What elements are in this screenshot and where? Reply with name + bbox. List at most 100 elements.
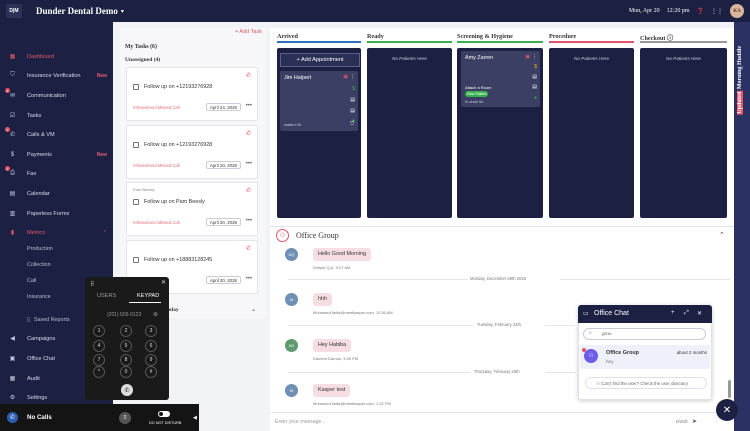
- empty-text: No Patients Here: [392, 56, 427, 61]
- keypad-key[interactable]: 6: [145, 340, 157, 352]
- morning-huddle-tab[interactable]: Updated Morning Huddle: [737, 46, 743, 115]
- scrollbar[interactable]: [728, 380, 731, 398]
- tab-users[interactable]: USERS: [97, 293, 116, 299]
- keypad-key[interactable]: 0: [120, 366, 132, 378]
- do-not-disturb-toggle[interactable]: [158, 411, 170, 417]
- task-checkbox[interactable]: [133, 84, 139, 90]
- sidebar-item-insurance-verification[interactable]: ⛉ Insurance Verification New: [0, 70, 113, 81]
- user-avatar[interactable]: KA: [730, 4, 744, 18]
- expand-icon[interactable]: ⤢: [684, 310, 689, 317]
- help-icon[interactable]: ❓: [697, 8, 704, 15]
- keypad-key[interactable]: 7: [93, 354, 105, 366]
- more-icon[interactable]: •••: [246, 218, 252, 224]
- keypad-key[interactable]: 2: [120, 325, 132, 337]
- keypad-key[interactable]: 4: [93, 340, 105, 352]
- message-input-bar[interactable]: Enter your message... 0/200 ➤: [270, 412, 734, 431]
- backspace-icon[interactable]: ⊗: [153, 311, 158, 318]
- sidebar-item-payments[interactable]: $ Payments New: [0, 149, 113, 160]
- unassigned-heading[interactable]: Unassigned (4): [125, 57, 160, 63]
- top-bar: D|M Dunder Dental Demo ▾ Mon, Apr 20 12:…: [0, 0, 750, 22]
- sidebar-sub-collection[interactable]: Collection: [27, 262, 51, 268]
- group-avatar-icon: ⚇: [584, 349, 598, 363]
- column-checkout: No Patients Here: [640, 48, 727, 218]
- close-chat-fab[interactable]: ✕: [716, 399, 738, 421]
- more-icon[interactable]: ⋮: [350, 74, 355, 80]
- office-chat-search-input[interactable]: grou: [583, 328, 706, 340]
- task-checkbox[interactable]: [133, 199, 139, 205]
- task-card[interactable]: ✆ Follow up on +12193276928 #Abandoned M…: [126, 125, 258, 179]
- keypad-key[interactable]: 8: [120, 354, 132, 366]
- office-chat-header: ▭ Office Chat + ⤢ ✕: [578, 305, 712, 323]
- sidebar-item-calendar[interactable]: ▤ Calendar: [0, 188, 113, 199]
- phone-icon[interactable]: ✆: [7, 412, 18, 423]
- keypad-key[interactable]: #: [145, 366, 157, 378]
- message-meta: Mohamed fadis@meetkasper.com, 11:36 AM: [313, 310, 393, 315]
- more-icon[interactable]: •••: [246, 103, 252, 109]
- plus-icon[interactable]: +: [671, 310, 675, 316]
- drag-handle-icon[interactable]: ⠿: [90, 281, 94, 288]
- message-input[interactable]: Enter your message...: [275, 419, 326, 425]
- audit-icon: ▦: [9, 376, 16, 382]
- patient-card[interactable]: Jim Halpert ⋮ ▣ $ ▤ ▤ ● waited 0h ⛉: [280, 71, 358, 131]
- call-status: No Calls: [27, 414, 52, 421]
- column-accent: [457, 41, 543, 43]
- call-button[interactable]: ✆: [121, 384, 133, 396]
- keypad-key[interactable]: 5: [120, 340, 132, 352]
- search-icon: ⌕: [589, 330, 592, 336]
- chevron-down-icon[interactable]: ⌄: [251, 306, 256, 313]
- chat-list-item[interactable]: ⚇ Office Group hey about 2 months: [580, 345, 710, 369]
- task-card[interactable]: ✆ Follow up on +12193276928 #Abandoned M…: [126, 67, 258, 121]
- practice-name[interactable]: Dunder Dental Demo: [36, 6, 118, 16]
- missed-call-icon: ✆: [245, 73, 251, 79]
- sidebar-item-tasks[interactable]: ☑ Tasks: [0, 110, 113, 121]
- sidebar-item-paperless-forms[interactable]: ▥ Paperless Forms: [0, 208, 113, 219]
- divider: [560, 279, 730, 280]
- sidebar-item-calls-vm[interactable]: ✆ 1 Calls & VM: [0, 127, 113, 140]
- attach-room[interactable]: Attach a Room: [465, 85, 491, 90]
- apps-grid-icon[interactable]: ⋮⋮: [711, 8, 723, 15]
- add-task-button[interactable]: + Add Task: [235, 29, 262, 35]
- app-logo[interactable]: D|M: [6, 4, 22, 18]
- missed-call-icon: ✆: [245, 246, 251, 252]
- more-icon[interactable]: •••: [246, 276, 252, 282]
- collapse-arrow-icon[interactable]: ◀: [193, 415, 197, 421]
- avatar: M: [285, 384, 298, 397]
- task-date[interactable]: April 24, 2026: [205, 103, 241, 111]
- sidebar-sub-call[interactable]: Call: [27, 278, 36, 284]
- sidebar-item-metrics[interactable]: ▮ Metrics ⌃: [0, 227, 113, 238]
- sidebar-sub-insurance[interactable]: Insurance: [27, 294, 51, 300]
- sidebar-item-fax[interactable]: ⎙ 1 Fax: [0, 166, 113, 179]
- fax-icon: ⎙: [10, 170, 15, 176]
- more-icon[interactable]: ⋮: [532, 54, 537, 60]
- task-date[interactable]: April 20, 2026: [205, 161, 241, 169]
- task-date[interactable]: April 20, 2026: [205, 276, 241, 284]
- keypad-key[interactable]: *: [93, 366, 105, 378]
- keypad-key[interactable]: 3: [145, 325, 157, 337]
- message-meta: Kareem Daman, 3:26 PM: [313, 356, 359, 361]
- sidebar-sub-production[interactable]: Production: [27, 246, 53, 252]
- sidebar-sub-saved-reports[interactable]: Saved Reports: [34, 317, 70, 323]
- send-icon[interactable]: ➤: [692, 418, 697, 425]
- dial-number-input[interactable]: (201) 555-0123: [107, 312, 141, 318]
- chevron-down-icon[interactable]: ▾: [121, 8, 124, 15]
- close-icon[interactable]: ✕: [161, 279, 166, 286]
- keypad-key[interactable]: 1: [93, 325, 105, 337]
- keypad-icon[interactable]: ⠿: [119, 412, 131, 424]
- task-checkbox[interactable]: [133, 142, 139, 148]
- patient-card[interactable]: Amy Zarren ⋮ ▣ $ ▤ Attach a Room ▤ New P…: [461, 51, 540, 107]
- task-text: Follow up on +18883128245: [144, 257, 213, 263]
- tab-keypad[interactable]: KEYPAD: [137, 293, 159, 299]
- user-directory-link[interactable]: ⚇ Can't find the user? Check the user di…: [585, 377, 707, 389]
- office-chat-icon: ▣: [9, 356, 16, 362]
- sidebar-item-dashboard[interactable]: ▦ Dashboard: [0, 51, 113, 62]
- task-card[interactable]: Pam Beesly ✆ Follow up on Pam Beesly #Ab…: [126, 182, 258, 236]
- task-source: #Abandoned Missed Call: [133, 220, 180, 225]
- chevron-up-icon[interactable]: ⌃: [719, 231, 725, 239]
- add-appointment-button[interactable]: + Add Appointment: [280, 53, 360, 67]
- sidebar-item-communication[interactable]: ✉ 1 Communication: [0, 88, 113, 101]
- task-checkbox[interactable]: [133, 257, 139, 263]
- task-date[interactable]: April 20, 2026: [205, 218, 241, 226]
- more-icon[interactable]: •••: [246, 161, 252, 167]
- close-icon[interactable]: ✕: [697, 310, 702, 317]
- keypad-key[interactable]: 9: [145, 354, 157, 366]
